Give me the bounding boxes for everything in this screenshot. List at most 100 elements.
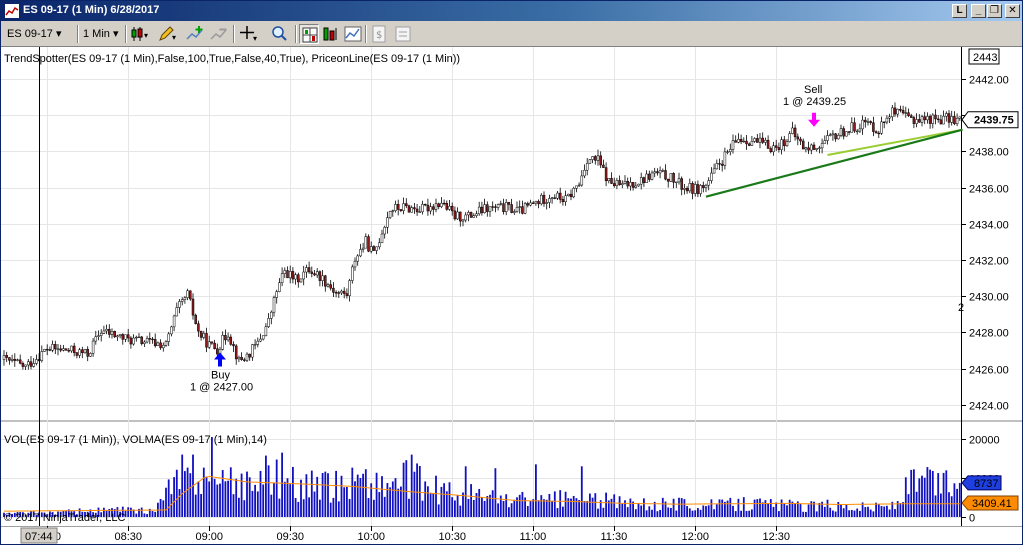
- volume-bar: [745, 510, 748, 517]
- volume-bar: [775, 502, 778, 517]
- bar-type-icon[interactable]: ▾: [129, 24, 149, 44]
- toolbar-separator: [125, 25, 127, 43]
- candle-body: [634, 185, 638, 188]
- volume-bar: [329, 502, 332, 517]
- volume-bar: [834, 511, 837, 517]
- candle-body: [828, 134, 832, 136]
- volume-bar: [381, 476, 383, 517]
- link-button[interactable]: L: [952, 4, 967, 18]
- volume-bar: [143, 513, 146, 517]
- time-tick-label: 09:30: [277, 531, 305, 543]
- candle-body: [496, 204, 500, 208]
- candle-body: [32, 363, 35, 367]
- volume-bar: [389, 487, 391, 517]
- volume-bar: [734, 511, 737, 517]
- title-bar[interactable]: ES 09-17 (1 Min) 6/28/2017 L _ ❐ ✕: [1, 1, 1022, 21]
- interval-selector[interactable]: 1 Min ▾: [83, 25, 119, 43]
- close-button[interactable]: ✕: [1005, 4, 1020, 18]
- volume-bar: [742, 497, 745, 517]
- candle-body: [386, 217, 389, 228]
- candle-body: [426, 204, 430, 212]
- price-tick-label: 2438.00: [969, 147, 1009, 159]
- candle-body: [108, 328, 111, 335]
- candle-body: [126, 334, 130, 339]
- add-indicator-icon[interactable]: [185, 24, 205, 44]
- candle-body: [24, 364, 27, 367]
- price-tick-label: 2430.00: [969, 292, 1009, 304]
- candle-body: [839, 128, 843, 136]
- volume-bar: [859, 510, 861, 517]
- volume-bar: [470, 484, 472, 517]
- volume-bar: [443, 483, 445, 517]
- volume-bar: [675, 510, 678, 517]
- volume-bar: [235, 478, 238, 517]
- volume-bar: [224, 481, 227, 517]
- candle-body: [772, 145, 775, 153]
- volume-bar: [232, 494, 235, 517]
- candle-body: [845, 131, 848, 137]
- volume-bar: [483, 500, 486, 517]
- candle-body: [18, 359, 22, 364]
- candle-body: [221, 335, 224, 350]
- volume-bar: [589, 493, 591, 517]
- candle-body: [413, 207, 416, 210]
- volume-bar: [629, 498, 632, 517]
- volume-bar: [686, 506, 688, 517]
- candle-body: [850, 122, 854, 133]
- volume-bar: [175, 469, 178, 517]
- draw-pencil-icon[interactable]: ▾: [157, 24, 177, 44]
- chart-area[interactable]: 2424.00 2426.00 2428.00 2430.00 2432.00 2434.…: [1, 47, 1022, 544]
- remove-indicator-icon[interactable]: [209, 24, 229, 44]
- candle-body: [459, 211, 462, 222]
- candle-body: [97, 335, 100, 337]
- properties-icon[interactable]: [321, 24, 341, 44]
- volume-bar: [948, 492, 950, 517]
- candle-body: [888, 116, 891, 119]
- volume-bar: [378, 491, 381, 517]
- candle-body: [877, 132, 881, 135]
- candle-body: [553, 197, 557, 199]
- candle-body: [59, 348, 62, 351]
- zoom-icon[interactable]: [269, 24, 289, 44]
- last-volume-text: 8737: [974, 478, 998, 490]
- candle-body: [329, 284, 332, 289]
- data-box-icon[interactable]: [393, 24, 413, 44]
- volume-bar: [583, 500, 586, 517]
- volume-bar: [302, 499, 305, 517]
- instrument-value: ES 09-17: [7, 28, 53, 40]
- time-axis[interactable]: 08:0008:3009:0009:3010:0010:3011:0011:30…: [34, 526, 791, 543]
- volume-bar: [691, 510, 694, 517]
- volume-bar: [624, 500, 626, 517]
- instrument-selector[interactable]: ES 09-17 ▾: [7, 25, 61, 43]
- time-cursor-label: 07:44: [25, 531, 53, 543]
- candle-body: [156, 342, 160, 347]
- candle-body: [672, 173, 675, 183]
- candle-body: [569, 193, 573, 198]
- volume-bar: [367, 498, 370, 517]
- dollar-icon[interactable]: $: [369, 24, 389, 44]
- interval-value: 1 Min: [83, 28, 110, 40]
- candle-body: [831, 133, 835, 136]
- candle-body: [591, 156, 594, 160]
- candle-body: [256, 340, 260, 345]
- candle-body: [102, 330, 106, 334]
- crosshair-icon[interactable]: ▾: [239, 24, 259, 44]
- candle-body: [383, 227, 386, 235]
- candle-body: [823, 140, 827, 144]
- minimize-button[interactable]: _: [971, 4, 986, 18]
- volume-bar: [656, 511, 659, 517]
- chart-style-icon[interactable]: [299, 24, 319, 44]
- candle: [43, 348, 46, 352]
- candle-body: [418, 211, 422, 213]
- candle-body: [707, 180, 710, 186]
- volume-bar: [308, 497, 310, 517]
- volume-bar: [402, 462, 405, 517]
- toolbar-separator: [295, 25, 297, 43]
- candle-body: [696, 184, 700, 194]
- volume-bar: [913, 469, 915, 517]
- strategy-icon[interactable]: [343, 24, 363, 44]
- candle-body: [16, 359, 19, 361]
- restore-button[interactable]: ❐: [987, 4, 1002, 18]
- volume-bar: [764, 500, 767, 517]
- candle-body: [148, 338, 152, 340]
